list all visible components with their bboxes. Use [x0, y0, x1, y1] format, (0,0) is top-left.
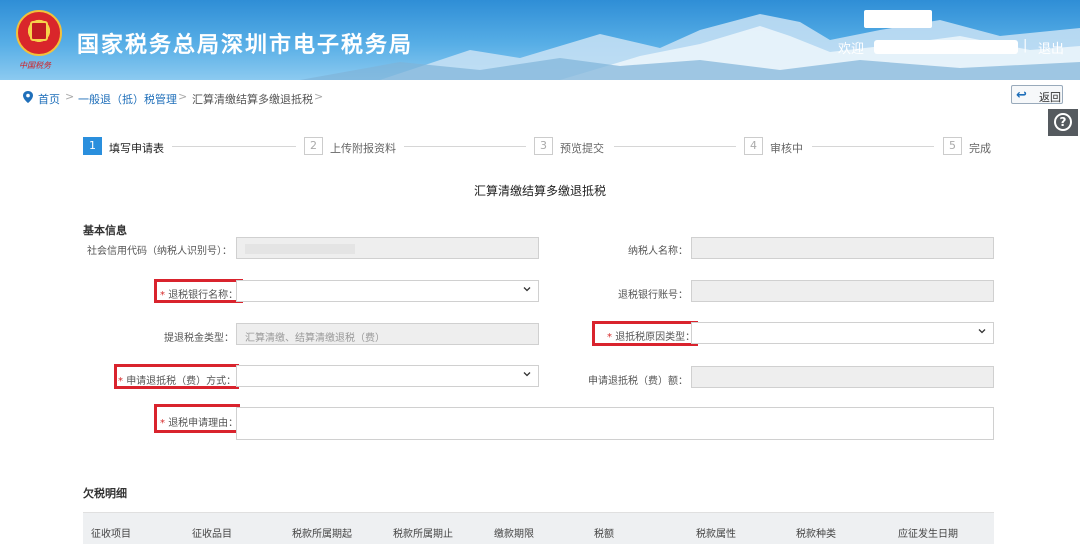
back-arrow-icon: ↩	[1016, 88, 1027, 103]
column-header: 征收项目	[91, 529, 131, 540]
refund-reason-textarea[interactable]	[236, 407, 994, 440]
basic-info-title: 基本信息	[83, 224, 127, 237]
bank-account-label: 退税银行账号：	[618, 290, 688, 301]
breadcrumb-home[interactable]: 首页	[38, 91, 60, 107]
column-header: 税额	[594, 529, 614, 540]
step-5-number: 5	[943, 137, 962, 155]
refund-amount-label: 申请退抵税（费）额：	[588, 376, 688, 387]
welcome-text: 欢迎	[838, 42, 865, 57]
breadcrumb-separator: >	[314, 90, 324, 103]
location-pin-icon	[23, 91, 33, 103]
chevron-down-icon	[523, 372, 531, 377]
site-title: 国家税务总局深圳市电子税务局	[77, 33, 414, 58]
step-4-label: 审核中	[770, 142, 803, 155]
logout-link[interactable]: 退出	[1038, 38, 1064, 57]
step-3-label: 预览提交	[560, 142, 604, 155]
step-2-label: 上传附报资料	[330, 142, 396, 155]
highlight-box	[154, 404, 240, 433]
column-header: 缴款期限	[494, 529, 534, 540]
credit-code-field	[236, 237, 539, 259]
refund-type-field: 汇算清缴、结算清缴退税（费）	[236, 323, 539, 345]
taxpayer-name-label: 纳税人名称：	[628, 246, 688, 257]
highlight-box	[114, 364, 239, 389]
refund-type-value: 汇算清缴、结算清缴退税（费）	[245, 333, 385, 344]
step-2-number: 2	[304, 137, 323, 155]
step-connector	[614, 146, 736, 147]
bank-account-field	[691, 280, 994, 302]
column-header: 税款所属期止	[393, 529, 453, 540]
breadcrumb-current: 汇算清缴结算多缴退抵税	[192, 93, 313, 106]
help-button[interactable]: ?	[1048, 109, 1078, 136]
refund-type-label: 提退税金类型：	[164, 333, 234, 344]
refund-method-select[interactable]	[236, 365, 539, 387]
redacted-user-info	[864, 10, 932, 28]
highlight-box	[154, 279, 243, 303]
step-connector	[404, 146, 526, 147]
redacted-username	[874, 40, 1018, 54]
step-3-number: 3	[534, 137, 553, 155]
breadcrumb: 首页 > 一般退（抵）税管理 > 汇算清缴结算多缴退抵税 >	[0, 84, 1080, 110]
help-icon: ?	[1054, 113, 1072, 131]
refund-amount-field	[691, 366, 994, 388]
step-5-label: 完成	[969, 142, 991, 155]
tax-emblem-icon	[16, 10, 62, 56]
step-connector	[172, 146, 296, 147]
tax-logo-script: 中国税务	[19, 61, 51, 70]
step-connector	[812, 146, 934, 147]
arrears-table-header: 征收项目 征收品目 税款所属期起 税款所属期止 缴款期限 税额 税款属性 税款种…	[83, 512, 994, 544]
highlight-box	[592, 321, 698, 346]
taxpayer-name-field	[691, 237, 994, 259]
column-header: 应征发生日期	[898, 529, 958, 540]
header-separator: |	[1023, 38, 1028, 53]
back-button[interactable]: ↩ 返回	[1011, 85, 1063, 104]
step-1-label: 填写申请表	[109, 142, 164, 155]
column-header: 税款种类	[796, 529, 836, 540]
credit-code-label: 社会信用代码（纳税人识别号）：	[87, 246, 232, 257]
step-1-number: 1	[83, 137, 102, 155]
form-title: 汇算清缴结算多缴退抵税	[473, 184, 606, 198]
chevron-down-icon	[523, 287, 531, 292]
back-button-label: 返回	[1039, 91, 1061, 104]
refund-reason-type-select[interactable]	[691, 322, 994, 344]
breadcrumb-refund-management[interactable]: 一般退（抵）税管理	[78, 91, 177, 107]
site-header: 中国税务 国家税务总局深圳市电子税务局 欢迎 | 退出	[0, 0, 1080, 80]
chevron-down-icon	[978, 329, 986, 334]
column-header: 征收品目	[192, 529, 232, 540]
column-header: 税款所属期起	[292, 529, 352, 540]
breadcrumb-separator: >	[65, 90, 75, 103]
breadcrumb-separator: >	[178, 90, 188, 103]
column-header: 税款属性	[696, 529, 736, 540]
bank-name-select[interactable]	[236, 280, 539, 302]
arrears-title: 欠税明细	[83, 487, 127, 500]
step-4-number: 4	[744, 137, 763, 155]
